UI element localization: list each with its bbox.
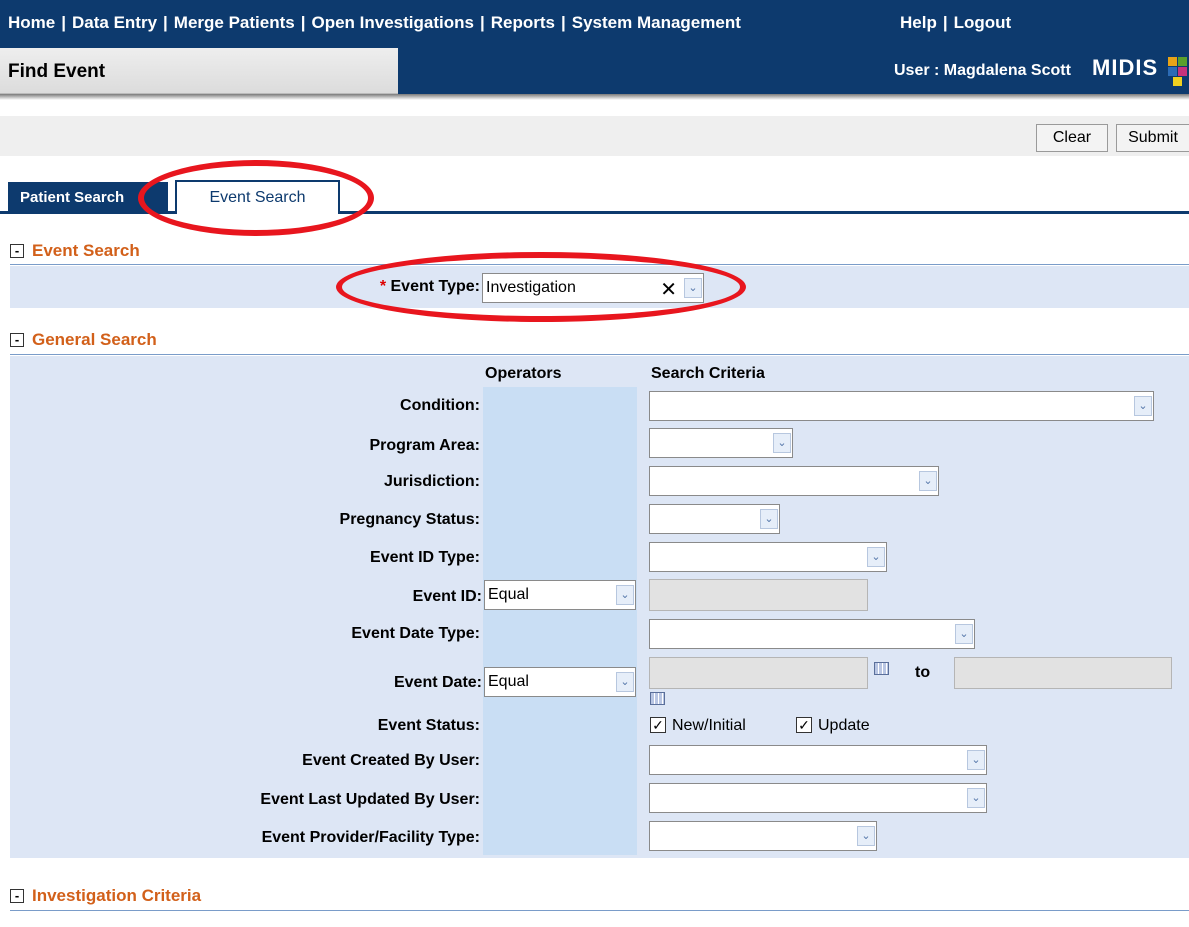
submit-button[interactable]: Submit bbox=[1116, 124, 1189, 152]
status-update-checkbox[interactable]: ✓ bbox=[796, 717, 812, 733]
event-id-type-label: Event ID Type: bbox=[370, 549, 480, 566]
chevron-down-icon[interactable]: ⌄ bbox=[616, 585, 634, 605]
chevron-down-icon[interactable]: ⌄ bbox=[867, 547, 885, 567]
current-user-label: User : Magdalena Scott bbox=[894, 62, 1071, 79]
event-id-label: Event ID: bbox=[412, 588, 482, 605]
program-area-label: Program Area: bbox=[369, 437, 480, 454]
event-id-type-select[interactable]: ⌄ bbox=[649, 542, 887, 572]
jurisdiction-select[interactable]: ⌄ bbox=[649, 466, 939, 496]
status-new-initial-label: New/Initial bbox=[672, 717, 746, 734]
main-nav: Home | Data Entry | Merge Patients | Open Inve… bbox=[8, 13, 741, 32]
event-date-operator-value: Equal bbox=[488, 673, 529, 690]
section-title: Event Search bbox=[32, 241, 140, 260]
created-by-user-label: Event Created By User: bbox=[302, 752, 480, 769]
section-title: General Search bbox=[32, 330, 157, 349]
header-shadow bbox=[0, 94, 1189, 100]
chevron-down-icon[interactable]: ⌄ bbox=[1134, 396, 1152, 416]
nav-logout-link[interactable]: Logout bbox=[954, 13, 1012, 32]
created-by-user-select[interactable]: ⌄ bbox=[649, 745, 987, 775]
required-asterisk: * bbox=[379, 278, 387, 295]
pregnancy-status-label: Pregnancy Status: bbox=[339, 511, 480, 528]
nav-data-entry-link[interactable]: Data Entry bbox=[72, 13, 157, 32]
event-status-label: Event Status: bbox=[377, 717, 480, 734]
program-area-select[interactable]: ⌄ bbox=[649, 428, 793, 458]
event-date-type-label: Event Date Type: bbox=[351, 625, 480, 642]
chevron-down-icon[interactable]: ⌄ bbox=[967, 750, 985, 770]
nav-merge-patients-link[interactable]: Merge Patients bbox=[174, 13, 295, 32]
event-id-input[interactable] bbox=[649, 579, 868, 611]
event-type-label: * Event Type: bbox=[379, 278, 480, 295]
collapse-icon[interactable]: - bbox=[10, 889, 24, 903]
chevron-down-icon[interactable]: ⌄ bbox=[616, 672, 634, 692]
event-date-from-input[interactable] bbox=[649, 657, 868, 689]
status-update-label: Update bbox=[818, 717, 870, 734]
page-title-box: Find Event bbox=[0, 48, 398, 94]
nav-help-link[interactable]: Help bbox=[900, 13, 937, 32]
date-range-to-label: to bbox=[915, 664, 931, 681]
event-type-select[interactable]: Investigation ✕ ⌄ bbox=[482, 273, 704, 303]
operators-column bbox=[483, 387, 637, 855]
event-id-operator-value: Equal bbox=[488, 586, 529, 603]
nav-home-link[interactable]: Home bbox=[8, 13, 55, 32]
calendar-icon[interactable] bbox=[650, 692, 665, 705]
event-id-operator-select[interactable]: Equal ⌄ bbox=[484, 580, 636, 610]
chevron-down-icon[interactable]: ⌄ bbox=[857, 826, 875, 846]
calendar-icon[interactable] bbox=[874, 662, 889, 675]
chevron-down-icon[interactable]: ⌄ bbox=[773, 433, 791, 453]
nav-open-investigations-link[interactable]: Open Investigations bbox=[312, 13, 474, 32]
status-new-initial-checkbox[interactable]: ✓ bbox=[650, 717, 666, 733]
chevron-down-icon[interactable]: ⌄ bbox=[955, 624, 973, 644]
event-date-label: Event Date: bbox=[393, 674, 482, 691]
pregnancy-status-select[interactable]: ⌄ bbox=[649, 504, 780, 534]
event-date-type-select[interactable]: ⌄ bbox=[649, 619, 975, 649]
section-divider bbox=[10, 910, 1189, 911]
nav-reports-link[interactable]: Reports bbox=[491, 13, 555, 32]
collapse-icon[interactable]: - bbox=[10, 333, 24, 347]
chevron-down-icon[interactable]: ⌄ bbox=[684, 278, 702, 298]
search-criteria-header: Search Criteria bbox=[651, 365, 765, 382]
tab-event-search[interactable]: Event Search bbox=[175, 180, 340, 214]
nav-system-management-link[interactable]: System Management bbox=[572, 13, 741, 32]
condition-select[interactable]: ⌄ bbox=[649, 391, 1154, 421]
event-type-value: Investigation bbox=[486, 279, 576, 296]
last-updated-by-user-label: Event Last Updated By User: bbox=[260, 791, 480, 808]
logo-mark-icon bbox=[1168, 57, 1177, 66]
page-title: Find Event bbox=[8, 61, 106, 82]
tab-patient-search[interactable]: Patient Search bbox=[8, 182, 168, 213]
chevron-down-icon[interactable]: ⌄ bbox=[760, 509, 778, 529]
provider-facility-type-label: Event Provider/Facility Type: bbox=[261, 829, 480, 846]
operators-header: Operators bbox=[485, 365, 562, 382]
collapse-icon[interactable]: - bbox=[10, 244, 24, 258]
jurisdiction-label: Jurisdiction: bbox=[383, 473, 480, 490]
provider-facility-type-select[interactable]: ⌄ bbox=[649, 821, 877, 851]
clear-selection-icon[interactable]: ✕ bbox=[660, 277, 677, 302]
action-bar bbox=[0, 116, 1189, 156]
event-date-operator-select[interactable]: Equal ⌄ bbox=[484, 667, 636, 697]
nav-right-links: Help | Logout bbox=[900, 13, 1012, 32]
chevron-down-icon[interactable]: ⌄ bbox=[967, 788, 985, 808]
section-divider bbox=[10, 354, 1189, 355]
section-title: Investigation Criteria bbox=[32, 886, 202, 905]
chevron-down-icon[interactable]: ⌄ bbox=[919, 471, 937, 491]
last-updated-by-user-select[interactable]: ⌄ bbox=[649, 783, 987, 813]
section-divider bbox=[10, 264, 1189, 265]
event-date-to-input[interactable] bbox=[954, 657, 1172, 689]
logo-text: MIDIS bbox=[1092, 55, 1159, 80]
clear-button[interactable]: Clear bbox=[1036, 124, 1108, 152]
condition-label: Condition: bbox=[400, 397, 480, 414]
